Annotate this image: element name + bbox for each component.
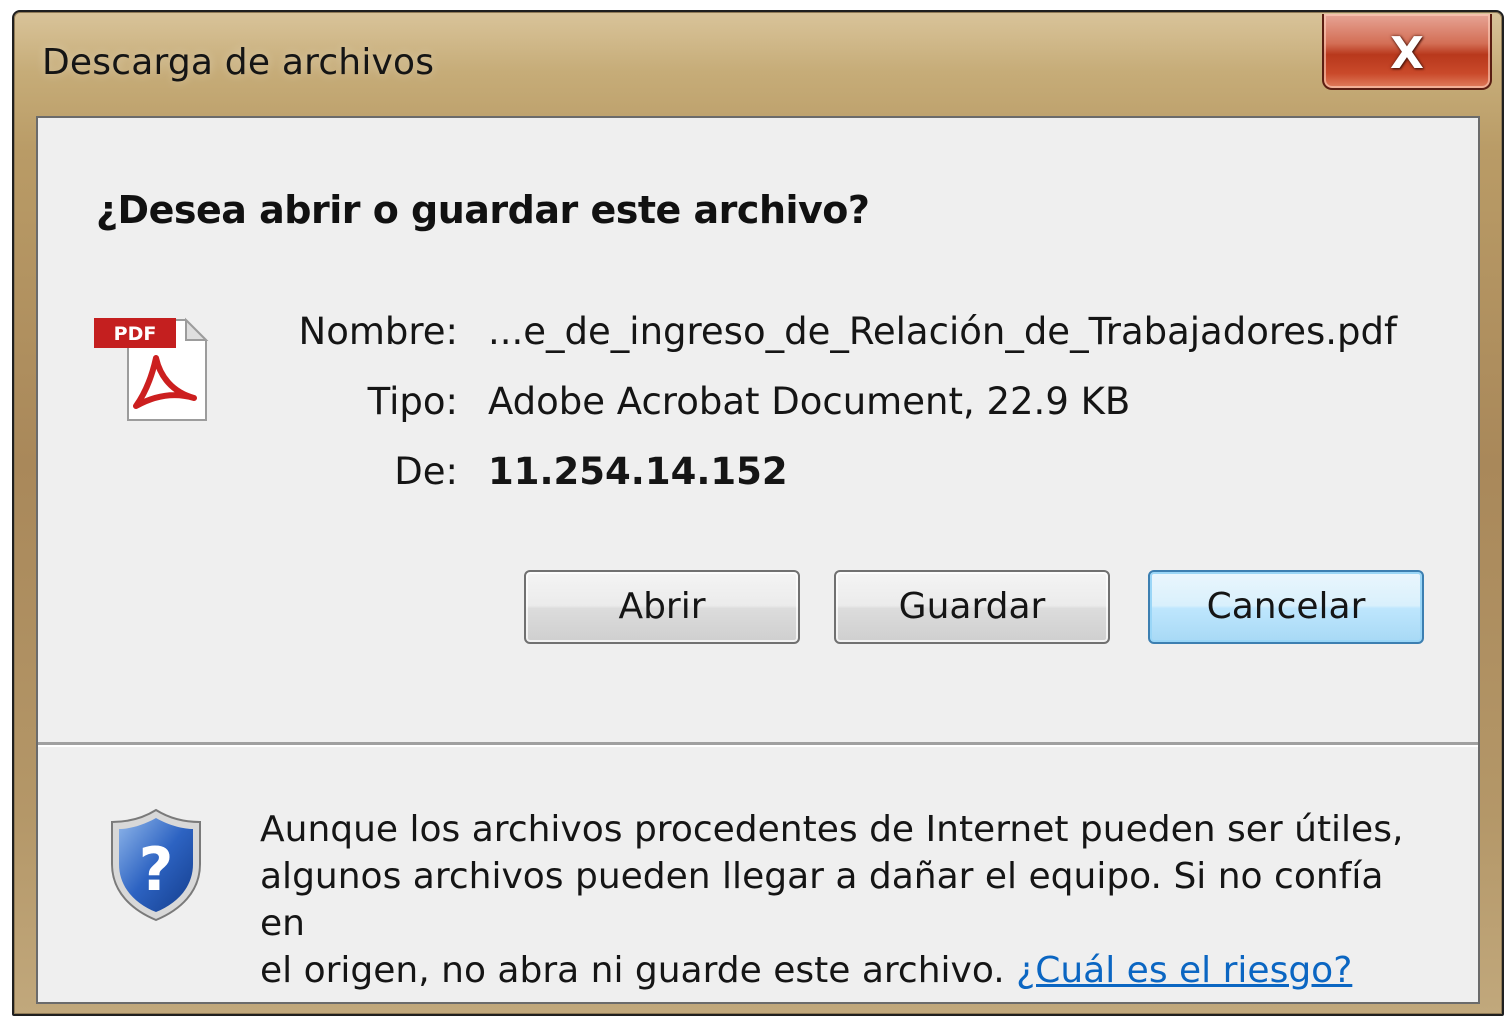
title-bar[interactable]: Descarga de archivos X — [14, 12, 1502, 116]
open-button[interactable]: Abrir — [524, 570, 800, 644]
type-label: Tipo: — [367, 380, 458, 423]
security-warning-text: Aunque los archivos procedentes de Inter… — [260, 806, 1430, 994]
shield-question-icon: ? — [111, 808, 201, 922]
warning-line-3: el origen, no abra ni guarde este archiv… — [260, 950, 1017, 991]
from-value: 11.254.14.152 — [488, 450, 788, 493]
close-icon: X — [1390, 28, 1424, 79]
file-name-value: ...e_de_ingreso_de_Relación_de_Trabajado… — [488, 310, 1398, 353]
window-title: Descarga de archivos — [42, 42, 435, 83]
close-button[interactable]: X — [1322, 14, 1492, 90]
name-label: Nombre: — [298, 310, 458, 353]
download-dialog-window: Descarga de archivos X ¿Desea abrir o gu… — [12, 10, 1504, 1016]
warning-line-1: Aunque los archivos procedentes de Inter… — [260, 809, 1404, 850]
separator — [38, 742, 1478, 747]
dialog-client-area: ¿Desea abrir o guardar este archivo? PDF… — [36, 116, 1480, 1004]
pdf-badge-text: PDF — [114, 323, 157, 345]
save-button[interactable]: Guardar — [834, 570, 1110, 644]
warning-line-2: algunos archivos pueden llegar a dañar e… — [260, 856, 1384, 944]
pdf-icon: PDF — [94, 317, 209, 421]
svg-text:?: ? — [139, 835, 174, 905]
cancel-button[interactable]: Cancelar — [1148, 570, 1424, 644]
file-type-value: Adobe Acrobat Document, 22.9 KB — [488, 380, 1131, 423]
risk-link[interactable]: ¿Cuál es el riesgo? — [1016, 950, 1352, 991]
from-label: De: — [394, 450, 458, 493]
dialog-question: ¿Desea abrir o guardar este archivo? — [96, 188, 870, 232]
